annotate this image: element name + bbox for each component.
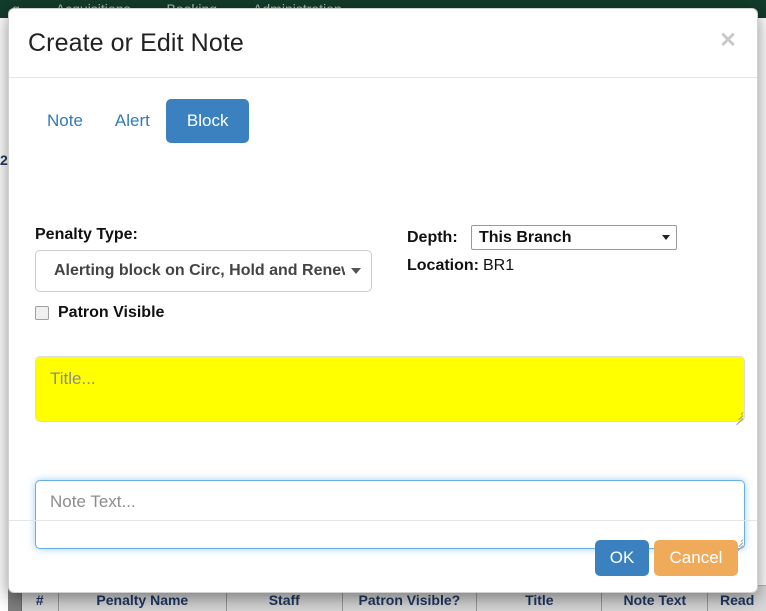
penalty-type-value: Alerting block on Circ, Hold and Renew <box>54 262 345 279</box>
penalty-type-select[interactable]: Alerting block on Circ, Hold and Renew <box>35 250 372 292</box>
depth-label: Depth: <box>407 229 458 246</box>
create-or-edit-note-dialog: Create or Edit Note ✕ Note Alert Block P… <box>8 8 758 593</box>
patron-visible-label: Patron Visible <box>58 304 165 321</box>
dialog-footer: OK Cancel <box>9 520 757 592</box>
tab-alert[interactable]: Alert <box>99 99 166 143</box>
cancel-button[interactable]: Cancel <box>654 540 738 576</box>
tab-block[interactable]: Block <box>165 99 250 143</box>
patron-visible-checkbox[interactable] <box>35 306 49 320</box>
location-value: BR1 <box>483 257 515 274</box>
patron-visible-row[interactable]: Patron Visible <box>35 304 164 322</box>
depth-value: This Branch <box>479 228 572 246</box>
ok-button[interactable]: OK <box>595 540 649 576</box>
depth-select[interactable]: This Branch <box>471 225 677 250</box>
dialog-title: Create or Edit Note <box>28 29 244 57</box>
penalty-type-label: Penalty Type: <box>35 226 138 243</box>
location-row: Location: BR1 <box>407 257 514 275</box>
dialog-body: Note Alert Block Penalty Type: Alerting … <box>9 78 757 553</box>
dialog-header: Create or Edit Note ✕ <box>9 9 757 78</box>
chevron-down-icon <box>351 268 361 274</box>
screen: g▾ Acquisitions▾ Booking▾ Administration… <box>0 0 766 611</box>
note-type-tabs: Note Alert Block <box>31 99 250 143</box>
close-icon[interactable]: ✕ <box>718 30 738 51</box>
tab-note[interactable]: Note <box>31 99 99 143</box>
location-label: Location: <box>407 257 479 274</box>
chevron-down-icon <box>662 235 670 240</box>
title-input[interactable] <box>35 356 745 422</box>
